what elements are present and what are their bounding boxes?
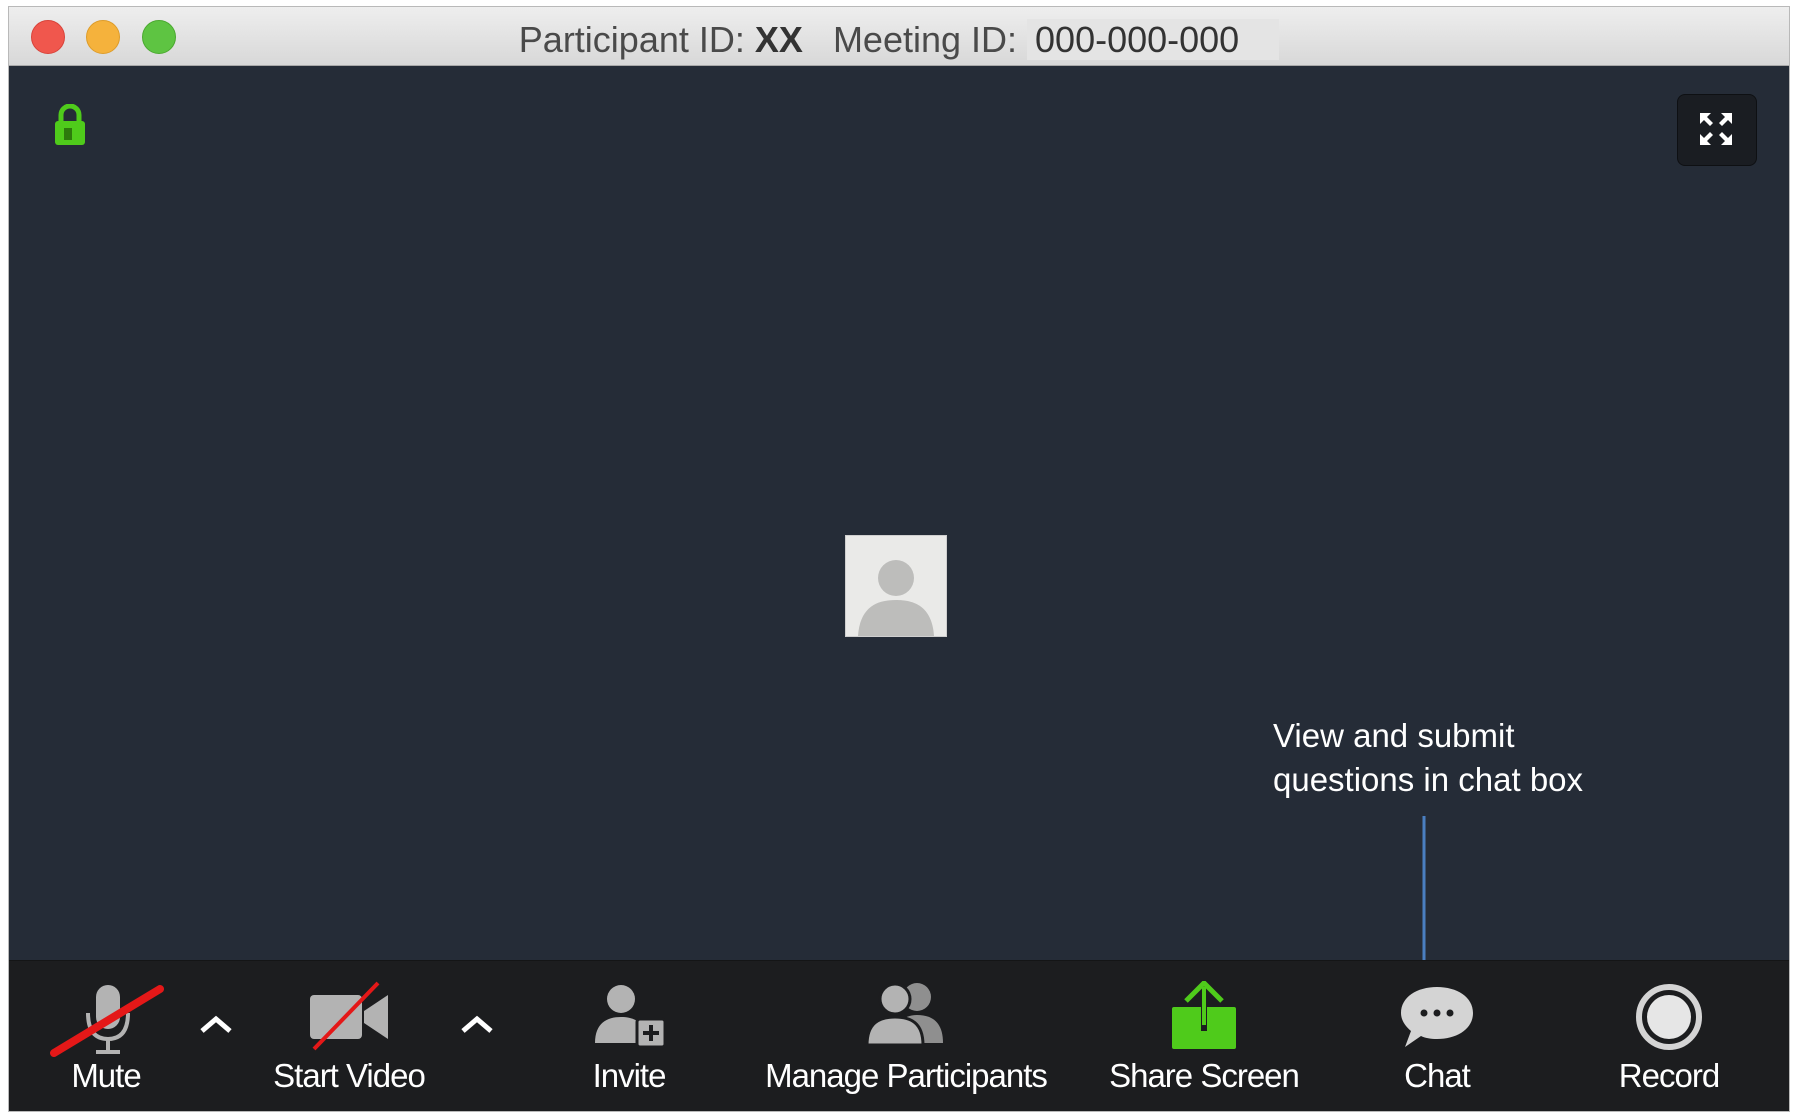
record-label: Record	[1618, 1057, 1720, 1094]
share-screen-icon	[1172, 981, 1236, 1049]
annotation-line-1: View and submit	[1273, 717, 1515, 754]
chat-bubble-icon	[1401, 987, 1473, 1047]
mute-button[interactable]: Mute	[31, 961, 181, 1111]
participant-id-value: XX	[754, 19, 803, 60]
participant-id-label: Participant ID:	[518, 19, 745, 60]
invite-label: Invite	[592, 1057, 667, 1094]
invite-person-icon	[595, 985, 667, 1049]
start-video-button[interactable]: Start Video	[254, 961, 444, 1111]
mute-label: Mute	[71, 1057, 141, 1094]
chat-annotation: View and submit questions in chat box	[1273, 714, 1673, 802]
annotation-line-2: questions in chat box	[1273, 761, 1584, 798]
fullscreen-icon	[1700, 113, 1732, 145]
window-title: Participant ID: XX Meeting ID: 000-000-0…	[9, 19, 1789, 61]
invite-button[interactable]: Invite	[554, 961, 704, 1111]
manage-participants-button[interactable]: Manage Participants	[751, 961, 1061, 1111]
microphone-icon	[50, 985, 164, 1057]
participant-avatar	[845, 535, 947, 637]
title-bar: Participant ID: XX Meeting ID: 000-000-0…	[9, 7, 1789, 66]
video-options-chevron-up-icon[interactable]	[457, 1009, 497, 1039]
audio-options-chevron-up-icon[interactable]	[196, 1009, 236, 1039]
record-icon	[1636, 984, 1702, 1050]
fullscreen-button[interactable]	[1677, 94, 1757, 166]
chat-label: Chat	[1404, 1057, 1471, 1094]
share-screen-label: Share Screen	[1109, 1057, 1300, 1094]
meeting-id-label: Meeting ID:	[832, 19, 1018, 60]
share-screen-button[interactable]: Share Screen	[1094, 961, 1314, 1111]
start-video-label: Start Video	[273, 1057, 426, 1094]
video-camera-icon	[310, 981, 388, 1051]
zoom-meeting-window: Participant ID: XX Meeting ID: 000-000-0…	[8, 6, 1790, 1112]
meeting-toolbar: Mute Start Video Invite Manage Participa…	[9, 960, 1789, 1111]
participants-icon	[865, 982, 943, 1047]
video-stage: View and submit questions in chat box	[9, 66, 1789, 998]
record-button[interactable]: Record	[1589, 961, 1749, 1111]
chat-button[interactable]: Chat	[1362, 961, 1512, 1111]
lock-icon[interactable]	[53, 103, 87, 151]
meeting-id-value: 000-000-000	[1027, 19, 1280, 60]
manage-participants-label: Manage Participants	[765, 1057, 1048, 1094]
